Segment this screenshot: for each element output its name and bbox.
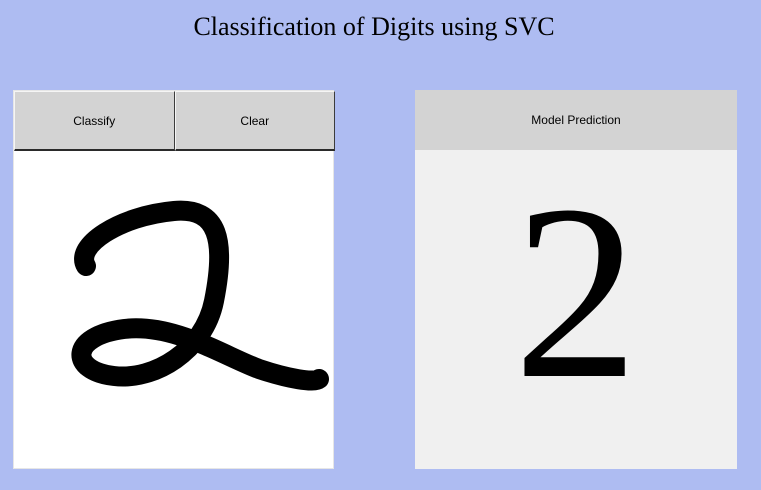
classify-button[interactable]: Classify bbox=[14, 91, 175, 151]
prediction-panel: Model Prediction 2 bbox=[415, 90, 737, 469]
app-title: Classification of Digits using SVC bbox=[193, 12, 555, 41]
drawing-panel: Classify Clear bbox=[13, 90, 335, 469]
clear-button[interactable]: Clear bbox=[174, 91, 335, 151]
prediction-header: Model Prediction bbox=[415, 90, 737, 150]
predicted-digit: 2 bbox=[513, 154, 639, 431]
handwritten-stroke bbox=[71, 200, 329, 391]
button-row: Classify Clear bbox=[14, 91, 335, 151]
drawing-canvas[interactable] bbox=[14, 151, 333, 468]
